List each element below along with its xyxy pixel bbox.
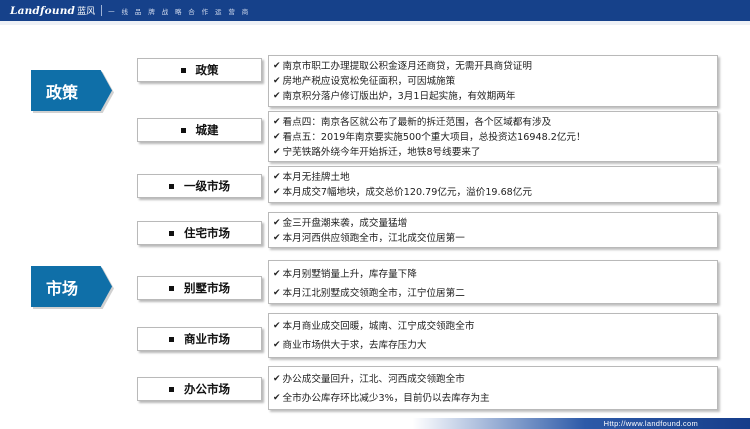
checkmark-icon: ✔ bbox=[273, 76, 281, 86]
square-bullet-icon bbox=[180, 67, 186, 73]
content-box-primary-market: ✔ 本月无挂牌土地 ✔ 本月成交7幅地块，成交总价120.79亿元，溢价19.68亿… bbox=[268, 166, 718, 203]
checkmark-icon: ✔ bbox=[273, 374, 281, 384]
checkmark-icon: ✔ bbox=[273, 172, 281, 182]
bullet-line: ✔ 金三开盘潮来袭，成交量猛增 bbox=[273, 216, 711, 231]
content-box-urban-construction: ✔ 看点四：南京各区就公布了最新的拆迁范围，各个区域都有涉及 ✔ 看点五：2019年… bbox=[268, 111, 718, 162]
checkmark-icon: ✔ bbox=[273, 393, 281, 403]
line-text: 本月商业成交回暖，城南、江宁成交领跑全市 bbox=[282, 321, 475, 332]
line-text: 本月河西供应领跑全市，江北成交位居第一 bbox=[282, 233, 465, 244]
line-text: 宁芜铁路外绕今年开始拆迁，地铁8号线要来了 bbox=[282, 147, 481, 158]
checkmark-icon: ✔ bbox=[273, 233, 281, 243]
bullet-line: ✔ 本月河西供应领跑全市，江北成交位居第一 bbox=[273, 231, 711, 246]
line-text: 看点四：南京各区就公布了最新的拆迁范围，各个区域都有涉及 bbox=[282, 117, 552, 128]
line-text: 办公成交量回升，江北、河西成交领跑全市 bbox=[282, 374, 465, 385]
item-label-text: 一级市场 bbox=[184, 179, 230, 193]
bullet-line: ✔ 本月商业成交回暖，城南、江宁成交领跑全市 bbox=[273, 319, 711, 334]
item-label-office-market: 办公市场 bbox=[137, 377, 262, 401]
bullet-line: ✔ 全市办公库存环比减少3%，目前仍以去库存为主 bbox=[273, 391, 711, 406]
category-label: 市场 bbox=[46, 278, 79, 298]
bullet-line: ✔ 本月无挂牌土地 bbox=[273, 170, 711, 185]
bullet-line: ✔ 办公成交量回升，江北、河西成交领跑全市 bbox=[273, 372, 711, 387]
item-label-text: 商业市场 bbox=[184, 332, 230, 346]
header-bar: Landfound 蓝风 一 线 品 牌 战 略 合 作 运 营 商 bbox=[0, 0, 750, 21]
header-underline bbox=[0, 21, 750, 25]
bullet-line: ✔ 商业市场供大于求，去库存压力大 bbox=[273, 338, 711, 353]
checkmark-icon: ✔ bbox=[273, 61, 281, 71]
item-label-primary-market: 一级市场 bbox=[137, 174, 262, 198]
checkmark-icon: ✔ bbox=[273, 187, 281, 197]
line-text: 南京积分落户修订版出炉，3月1日起实施，有效期两年 bbox=[282, 91, 516, 102]
logo-divider bbox=[101, 5, 103, 16]
square-bullet-icon bbox=[169, 336, 174, 342]
category-tag-market: 市场 bbox=[31, 266, 112, 307]
line-text: 商业市场供大于求，去库存压力大 bbox=[282, 340, 427, 351]
checkmark-icon: ✔ bbox=[273, 132, 281, 142]
checkmark-icon: ✔ bbox=[273, 288, 281, 298]
brand-slogan: 一 线 品 牌 战 略 合 作 运 营 商 bbox=[108, 7, 251, 16]
checkmark-icon: ✔ bbox=[273, 117, 281, 127]
line-text: 房地产税应设宽松免征面积，可因城施策 bbox=[282, 76, 456, 87]
bullet-line: ✔ 看点五：2019年南京要实施500个重大项目，总投资达16948.2亿元！ bbox=[273, 130, 711, 145]
bullet-line: ✔ 南京积分落户修订版出炉，3月1日起实施，有效期两年 bbox=[273, 89, 711, 104]
checkmark-icon: ✔ bbox=[273, 218, 281, 228]
square-bullet-icon bbox=[169, 285, 174, 291]
line-text: 看点五：2019年南京要实施500个重大项目，总投资达16948.2亿元！ bbox=[282, 132, 586, 143]
item-label-urban-construction: 城建 bbox=[137, 118, 262, 142]
content-box-commercial-market: ✔ 本月商业成交回暖，城南、江宁成交领跑全市 ✔ 商业市场供大于求，去库存压力大 bbox=[268, 313, 718, 358]
square-bullet-icon bbox=[169, 183, 174, 189]
logo-text-cn: 蓝风 bbox=[77, 7, 96, 17]
line-text: 南京市职工办理提取公积金逐月还商贷，无需开具商贷证明 bbox=[282, 61, 532, 72]
line-text: 本月无挂牌土地 bbox=[282, 172, 350, 183]
bullet-line: ✔ 南京市职工办理提取公积金逐月还商贷，无需开具商贷证明 bbox=[273, 59, 711, 74]
item-label-policy: 政策 bbox=[137, 58, 262, 82]
item-label-residential-market: 住宅市场 bbox=[137, 221, 262, 245]
content-box-office-market: ✔ 办公成交量回升，江北、河西成交领跑全市 ✔ 全市办公库存环比减少3%，目前仍以去… bbox=[268, 366, 718, 410]
bullet-line: ✔ 本月别墅销量上升，库存量下降 bbox=[273, 267, 711, 282]
square-bullet-icon bbox=[169, 230, 174, 236]
bullet-line: ✔ 本月成交7幅地块，成交总价120.79亿元，溢价19.68亿元 bbox=[273, 185, 711, 200]
bullet-line: ✔ 看点四：南京各区就公布了最新的拆迁范围，各个区域都有涉及 bbox=[273, 115, 711, 130]
item-label-text: 办公市场 bbox=[184, 382, 230, 396]
line-text: 金三开盘潮来袭，成交量猛增 bbox=[282, 218, 408, 229]
bullet-line: ✔ 本月江北别墅成交领跑全市，江宁位居第二 bbox=[273, 286, 711, 301]
category-tag-policy: 政策 bbox=[31, 70, 112, 111]
bullet-line: ✔ 房地产税应设宽松免征面积，可因城施策 bbox=[273, 74, 711, 89]
checkmark-icon: ✔ bbox=[273, 321, 281, 331]
line-text: 本月成交7幅地块，成交总价120.79亿元，溢价19.68亿元 bbox=[282, 187, 532, 198]
item-label-text: 别墅市场 bbox=[184, 281, 230, 295]
footer-url: Http://www.landfound.com bbox=[603, 419, 698, 428]
checkmark-icon: ✔ bbox=[273, 91, 281, 101]
item-label-text: 城建 bbox=[195, 123, 219, 137]
item-label-villa-market: 别墅市场 bbox=[137, 276, 262, 300]
brand-logo: Landfound 蓝风 一 线 品 牌 战 略 合 作 运 营 商 bbox=[10, 4, 251, 18]
checkmark-icon: ✔ bbox=[273, 269, 281, 279]
checkmark-icon: ✔ bbox=[273, 147, 281, 157]
bullet-line: ✔ 宁芜铁路外绕今年开始拆迁，地铁8号线要来了 bbox=[273, 145, 711, 160]
line-text: 全市办公库存环比减少3%，目前仍以去库存为主 bbox=[282, 393, 490, 404]
item-label-text: 政策 bbox=[195, 63, 219, 77]
item-label-commercial-market: 商业市场 bbox=[137, 327, 262, 351]
category-label: 政策 bbox=[46, 82, 79, 102]
line-text: 本月别墅销量上升，库存量下降 bbox=[282, 269, 417, 280]
item-label-text: 住宅市场 bbox=[184, 226, 230, 240]
square-bullet-icon bbox=[180, 127, 186, 133]
content-box-villa-market: ✔ 本月别墅销量上升，库存量下降 ✔ 本月江北别墅成交领跑全市，江宁位居第二 bbox=[268, 260, 718, 304]
line-text: 本月江北别墅成交领跑全市，江宁位居第二 bbox=[282, 288, 465, 299]
content-box-policy: ✔ 南京市职工办理提取公积金逐月还商贷，无需开具商贷证明 ✔ 房地产税应设宽松免征面… bbox=[268, 55, 718, 107]
logo-text-en: Landfound bbox=[10, 4, 76, 17]
square-bullet-icon bbox=[169, 386, 174, 392]
checkmark-icon: ✔ bbox=[273, 340, 281, 350]
content-box-residential-market: ✔ 金三开盘潮来袭，成交量猛增 ✔ 本月河西供应领跑全市，江北成交位居第一 bbox=[268, 212, 718, 248]
